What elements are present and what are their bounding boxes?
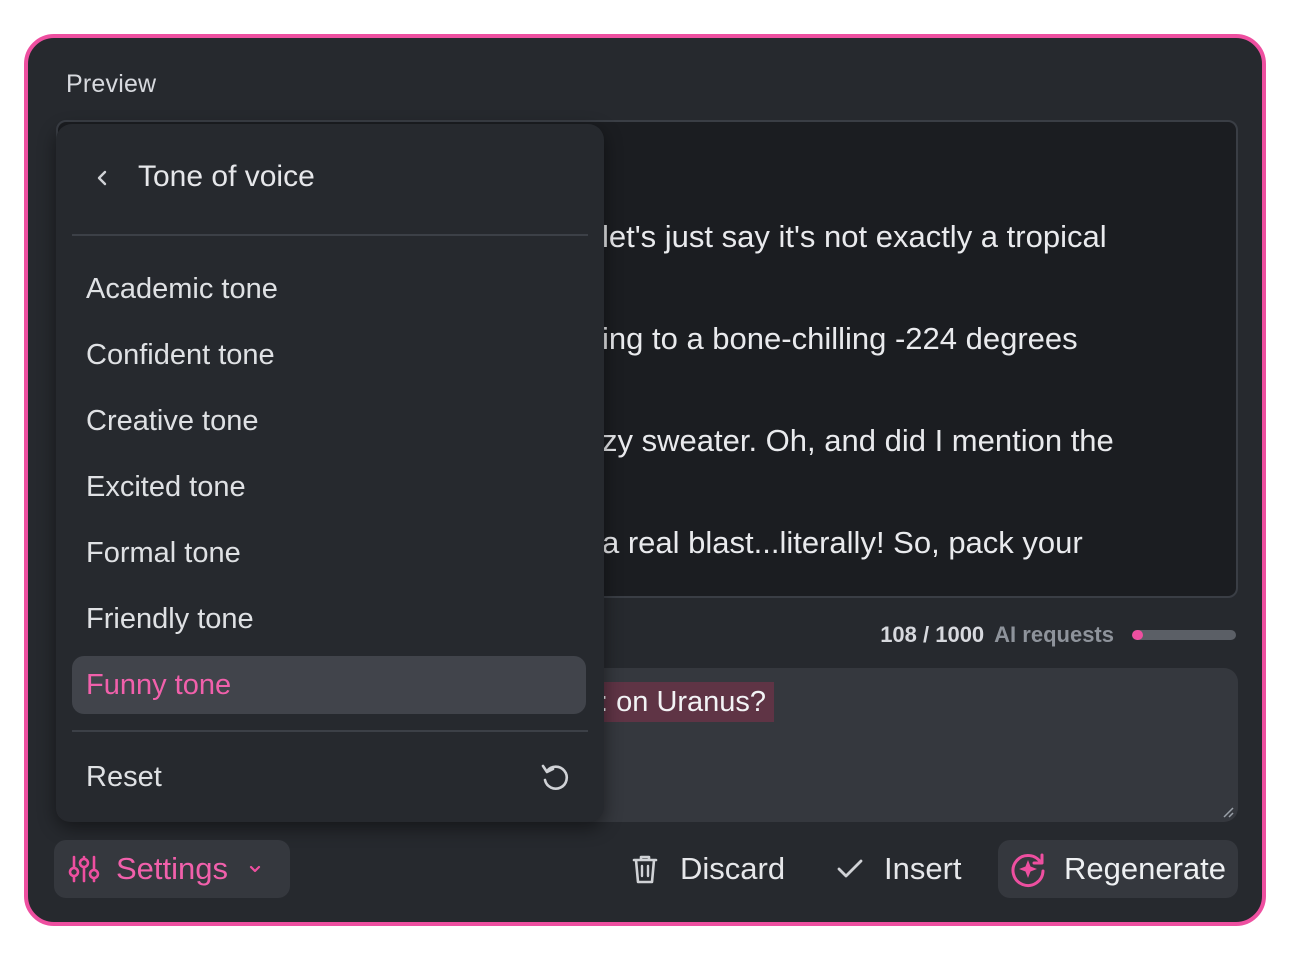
insert-label: Insert [884,851,962,886]
menu-item-academic-tone[interactable]: Academic tone [72,260,586,318]
prompt-text: on Uranus? [616,686,767,718]
menu-item-creative-tone[interactable]: Creative tone [72,392,586,450]
dropdown-title: Tone of voice [138,160,315,193]
sparkle-refresh-icon [1011,853,1045,887]
menu-item-confident-tone[interactable]: Confident tone [72,326,586,384]
settings-label: Settings [116,851,229,886]
regenerate-button[interactable]: Regenerate [998,840,1238,898]
usage-meter: 108 / 1000 AI requests [880,622,1236,648]
sliders-icon [68,855,100,883]
discard-button[interactable]: Discard [630,840,785,898]
trash-icon [632,855,658,884]
prompt-selected-text: : on Uranus? [596,682,775,722]
check-icon [837,859,863,878]
discard-label: Discard [680,851,786,886]
preview-label: Preview [66,70,157,98]
reset-button[interactable]: Reset [72,746,586,808]
usage-count: 108 / 1000 [880,622,985,647]
regenerate-label: Regenerate [1064,851,1227,886]
chevron-down-icon [249,865,261,873]
menu-item-friendly-tone[interactable]: Friendly tone [72,590,586,648]
insert-button[interactable]: Insert [836,840,962,898]
usage-bar-fill [1132,630,1144,640]
undo-icon [541,764,569,790]
chevron-left-icon[interactable] [92,168,112,188]
divider [72,730,588,732]
usage-label: AI requests [994,622,1114,647]
usage-bar [1132,630,1236,640]
ai-assistant-panel: Preview let's just say it's not exactly … [24,34,1266,926]
reset-label: Reset [86,761,162,793]
divider [72,234,588,236]
menu-item-formal-tone[interactable]: Formal tone [72,524,586,582]
menu-item-funny-tone[interactable]: Funny tone [72,656,586,714]
settings-button[interactable]: Settings [54,840,290,898]
resize-grip-icon[interactable] [1222,806,1234,818]
tone-dropdown: Tone of voice Academic tone Confident to… [56,124,604,822]
menu-item-excited-tone[interactable]: Excited tone [72,458,586,516]
